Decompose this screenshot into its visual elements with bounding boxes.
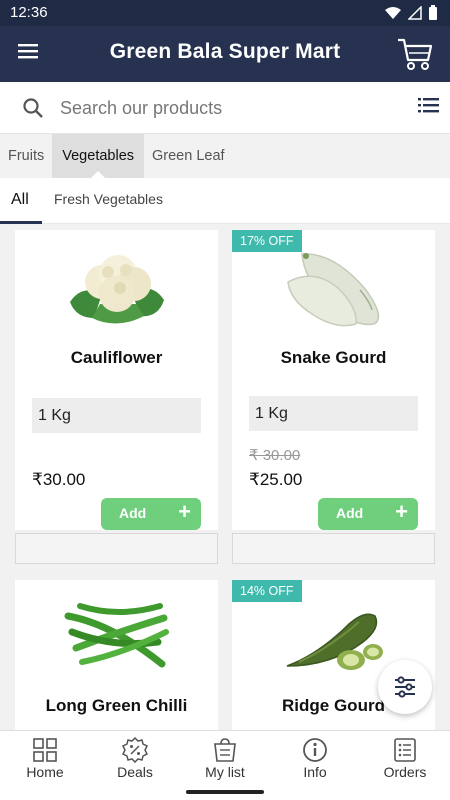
plus-icon: +	[395, 499, 408, 524]
battery-icon	[429, 5, 437, 20]
card-footer	[15, 533, 218, 564]
product-price: ₹25.00	[249, 470, 303, 489]
nav-label: Info	[303, 764, 327, 780]
add-label: Add	[119, 505, 147, 521]
discount-icon	[122, 737, 148, 763]
original-price: ₹ 30.00	[249, 447, 301, 464]
tab-vegetables[interactable]: Vegetables	[52, 134, 145, 178]
discount-badge: 14% OFF	[232, 580, 302, 602]
list-view-icon	[418, 98, 439, 113]
nav-label: Deals	[117, 764, 153, 780]
product-grid: Cauliflower 1 Kg ₹30.00 Add + 17% OFF Sn…	[0, 224, 450, 730]
quantity-selector[interactable]: 1 Kg	[32, 398, 201, 433]
nav-home[interactable]: Home	[0, 731, 90, 784]
app-bar: Green Bala Super Mart	[0, 26, 450, 82]
wifi-icon	[385, 7, 401, 19]
nav-info[interactable]: Info	[270, 731, 360, 784]
nav-my-list[interactable]: My list	[180, 731, 270, 784]
subtab-all[interactable]: All	[11, 191, 29, 209]
add-to-cart-button[interactable]: Add +	[101, 498, 201, 530]
subcategory-tabs: All Fresh Vegetables	[0, 178, 450, 224]
list-bag-icon	[214, 738, 236, 762]
search-input[interactable]	[60, 94, 390, 122]
nav-orders[interactable]: Orders	[360, 731, 450, 784]
card-footer	[232, 533, 435, 564]
search-bar	[0, 82, 450, 134]
add-label: Add	[336, 505, 364, 521]
snake-gourd-image	[232, 246, 435, 330]
nav-label: Orders	[383, 764, 427, 780]
status-time: 12:36	[10, 4, 48, 21]
product-price: ₹30.00	[32, 470, 86, 489]
status-bar: 12:36	[0, 0, 450, 26]
info-icon	[303, 738, 327, 762]
nav-deals[interactable]: Deals	[90, 731, 180, 784]
nav-label: Home	[26, 764, 64, 780]
cauliflower-image	[15, 244, 218, 330]
search-icon	[23, 98, 43, 118]
green-chilli-image	[15, 602, 218, 672]
cart-button[interactable]	[396, 36, 434, 72]
signal-icon	[408, 6, 422, 20]
product-card-cauliflower[interactable]: Cauliflower 1 Kg ₹30.00 Add +	[15, 230, 218, 530]
subtab-fresh-vegetables[interactable]: Fresh Vegetables	[54, 191, 163, 207]
add-to-cart-button[interactable]: Add +	[318, 498, 418, 530]
product-name: Cauliflower	[70, 348, 163, 367]
product-name: Long Green Chilli	[45, 696, 188, 715]
product-name: Snake Gourd	[280, 348, 387, 367]
bottom-navigation: Home Deals My list Info Orders	[0, 730, 450, 784]
plus-icon: +	[178, 499, 191, 524]
tab-green-leaf[interactable]: Green Leaf	[144, 134, 233, 178]
gesture-bar	[0, 784, 450, 800]
product-card-snake-gourd[interactable]: 17% OFF Snake Gourd 1 Kg ₹ 30.00 ₹25.00 …	[232, 230, 435, 530]
tab-fruits[interactable]: Fruits	[0, 134, 52, 178]
product-card-long-green-chilli[interactable]: Long Green Chilli	[15, 580, 218, 730]
nav-label: My list	[205, 764, 245, 780]
category-tabs: Fruits Vegetables Green Leaf	[0, 134, 450, 178]
grid-icon	[33, 738, 57, 762]
filter-button[interactable]	[378, 660, 432, 714]
list-view-button[interactable]	[418, 96, 442, 118]
orders-icon	[394, 738, 416, 762]
app-title: Green Bala Super Mart	[109, 40, 341, 63]
home-indicator[interactable]	[186, 790, 264, 794]
status-icons	[384, 5, 438, 21]
quantity-selector[interactable]: 1 Kg	[249, 396, 418, 431]
filter-sliders-icon	[395, 676, 415, 698]
cart-icon	[398, 38, 433, 70]
